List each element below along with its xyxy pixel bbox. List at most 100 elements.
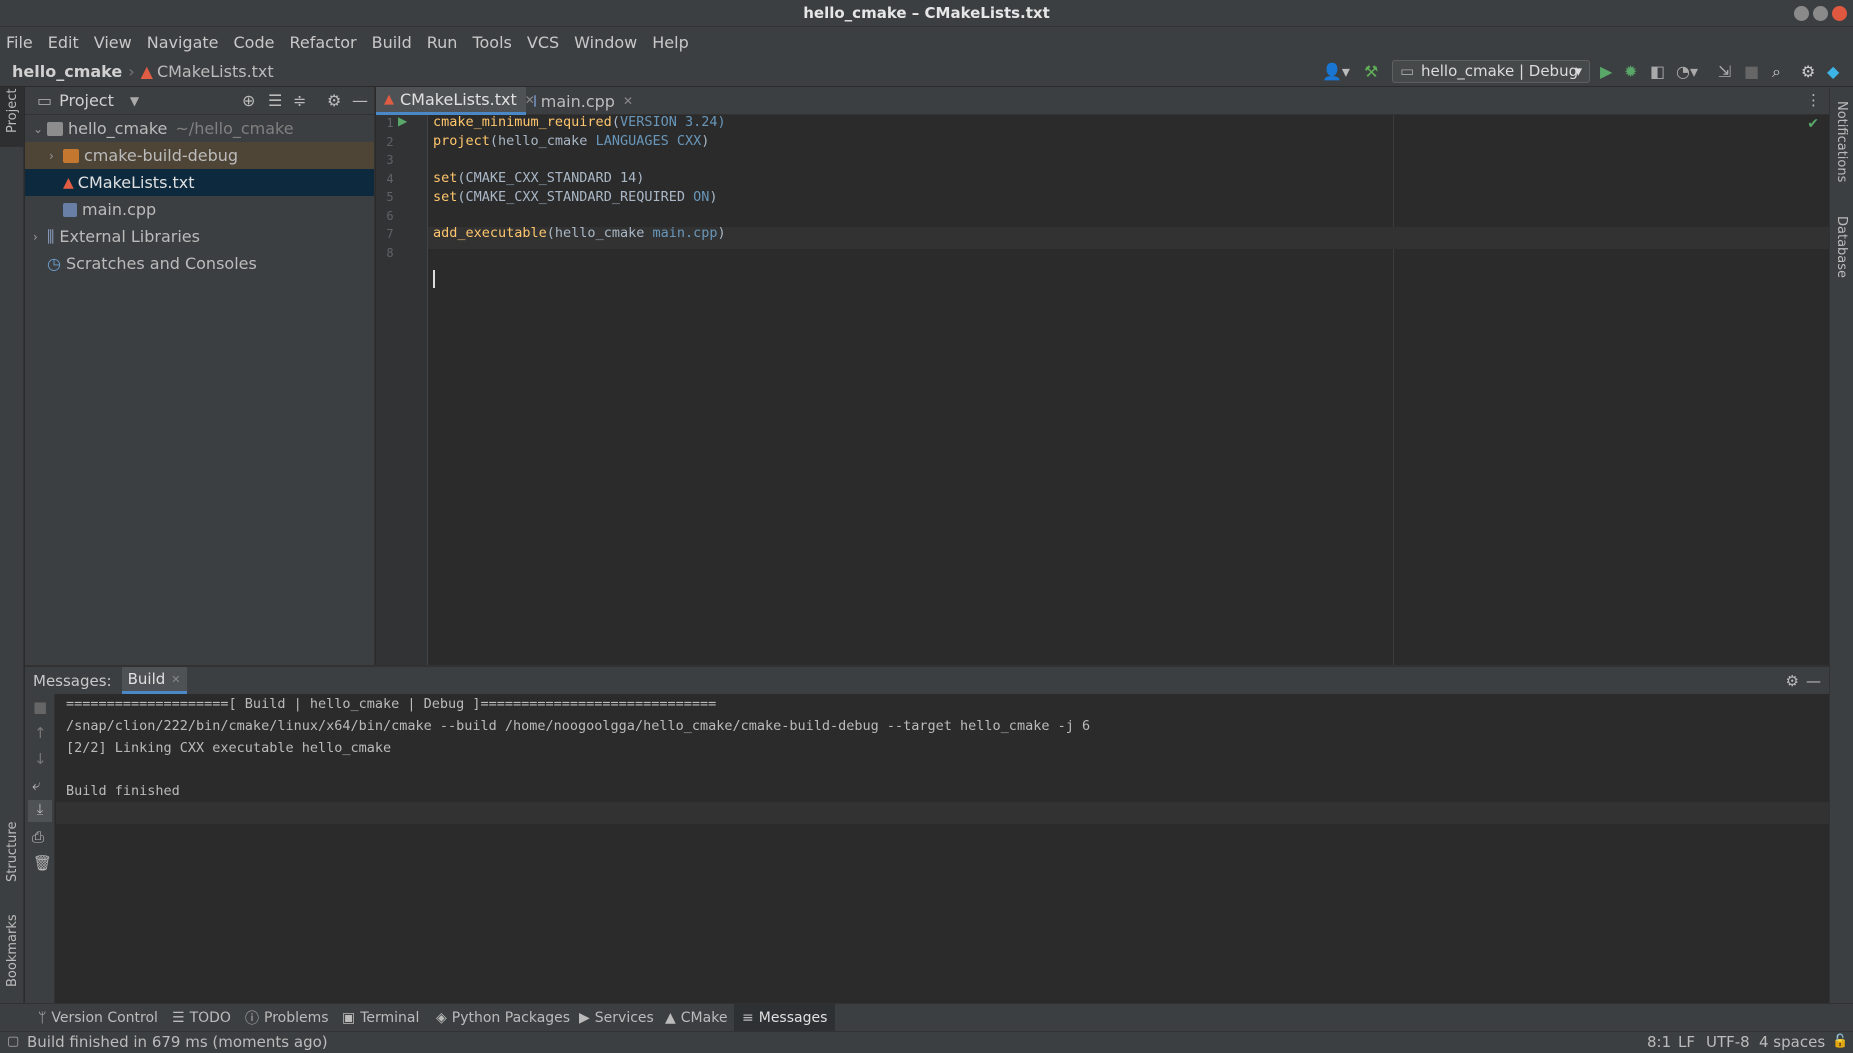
tab-cmakelists[interactable]: ▲ CMakeLists.txt ✕: [376, 87, 535, 115]
code-with-me-icon[interactable]: ◆: [1827, 62, 1839, 82]
close-icon[interactable]: ✕: [171, 673, 180, 686]
tool-problems[interactable]: ⓘ Problems: [245, 1004, 329, 1032]
breadcrumb-separator: ›: [128, 62, 135, 81]
stop-icon[interactable]: ■: [33, 698, 47, 716]
database-tool-label: Database: [1834, 216, 1849, 279]
tree-item-label: Scratches and Consoles: [65, 254, 257, 273]
file-encoding[interactable]: UTF-8: [1706, 1033, 1750, 1051]
tool-python-packages[interactable]: ◈ Python Packages: [436, 1004, 570, 1032]
run-gutter-icon[interactable]: ▶: [398, 114, 407, 128]
profile-icon[interactable]: ◔▾: [1676, 62, 1698, 82]
gear-icon[interactable]: ⚙: [1786, 672, 1799, 690]
menu-file[interactable]: File: [6, 33, 33, 52]
menu-tools[interactable]: Tools: [472, 33, 511, 52]
gear-icon[interactable]: ⚙: [327, 91, 341, 110]
tree-item-hello-cmake[interactable]: ⌄ hello_cmake ~/hello_cmake: [25, 115, 374, 142]
attach-icon[interactable]: ⇲: [1718, 62, 1731, 82]
menu-vcs[interactable]: VCS: [527, 33, 559, 52]
bookmarks-tool-button[interactable]: Bookmarks: [0, 897, 24, 997]
tree-item-main-cpp[interactable]: main.cpp: [25, 196, 374, 223]
soft-wrap-icon[interactable]: ⤶: [32, 776, 40, 794]
menu-help[interactable]: Help: [652, 33, 688, 52]
breadcrumb-project[interactable]: hello_cmake: [12, 62, 122, 81]
chevron-right-icon[interactable]: ›: [49, 149, 63, 163]
messages-label: Messages:: [33, 671, 112, 690]
tree-item-cmakelists[interactable]: ▲ CMakeLists.txt: [25, 169, 374, 196]
list-icon: ☰: [172, 1010, 185, 1026]
code-editor[interactable]: 1 2 3 4 5 6 7 8 ▶ cmake_minimum_required…: [376, 114, 1829, 665]
chevron-down-icon[interactable]: ⌄: [33, 122, 47, 136]
expand-all-icon[interactable]: ☰: [268, 91, 282, 110]
tool-label: CMake: [680, 1010, 728, 1026]
menu-build[interactable]: Build: [372, 33, 412, 52]
project-panel-header: ▭ Project ▼ ⊕ ☰ ≑ ⚙ —: [25, 87, 374, 115]
cmake-file-icon: ▲: [140, 62, 153, 81]
status-toggle-icon[interactable]: ▢: [7, 1034, 19, 1049]
run-config-selector[interactable]: ▭ hello_cmake | Debug ▾: [1392, 60, 1590, 83]
collapse-all-icon[interactable]: ≑: [293, 91, 306, 110]
breadcrumb-file[interactable]: CMakeLists.txt: [157, 62, 274, 81]
tool-label: TODO: [189, 1010, 231, 1026]
run-icon[interactable]: ▶: [1600, 62, 1612, 82]
menu-code[interactable]: Code: [234, 33, 275, 52]
build-hammer-icon[interactable]: ⚒: [1364, 62, 1378, 82]
lock-icon[interactable]: 🔓: [1832, 1034, 1848, 1049]
tool-label: Python Packages: [451, 1010, 571, 1026]
minimize-button[interactable]: [1794, 6, 1809, 21]
hide-icon[interactable]: —: [1806, 672, 1821, 690]
coverage-icon[interactable]: ◧: [1650, 62, 1665, 82]
tree-item-cmake-build-debug[interactable]: › cmake-build-debug: [25, 142, 374, 169]
print-icon[interactable]: ⎙: [32, 828, 44, 846]
tool-terminal[interactable]: ▣ Terminal: [342, 1004, 419, 1032]
structure-tool-button[interactable]: Structure: [0, 797, 24, 887]
code-line-2: project(hello_cmake LANGUAGES CXX): [433, 133, 710, 149]
menu-run[interactable]: Run: [427, 33, 458, 52]
search-icon[interactable]: ⌕: [1772, 62, 1781, 82]
more-options-icon[interactable]: ⋮: [1806, 91, 1821, 109]
tool-services[interactable]: ▶ Services: [579, 1004, 654, 1032]
config-icon: ▭: [1400, 62, 1415, 80]
line-number: 7: [386, 227, 394, 241]
tree-item-scratches[interactable]: ◷ Scratches and Consoles: [25, 250, 374, 277]
hide-icon[interactable]: —: [352, 91, 368, 110]
code-line-1: cmake_minimum_required(VERSION 3.24): [433, 114, 726, 130]
settings-gear-icon[interactable]: ⚙: [1801, 62, 1815, 82]
right-margin-guide: [1393, 115, 1394, 665]
arrow-up-icon[interactable]: ↑: [34, 724, 47, 742]
chevron-right-icon[interactable]: ›: [33, 230, 47, 244]
chevron-down-icon[interactable]: ▼: [130, 94, 139, 108]
arrow-down-icon[interactable]: ↓: [34, 750, 47, 768]
menu-view[interactable]: View: [94, 33, 132, 52]
locate-icon[interactable]: ⊕: [242, 91, 255, 110]
output-line: [2/2] Linking CXX executable hello_cmake: [66, 740, 392, 756]
project-tool-button[interactable]: Project: [0, 87, 24, 147]
menu-navigate[interactable]: Navigate: [147, 33, 219, 52]
user-icon[interactable]: 👤▾: [1322, 62, 1350, 82]
notifications-tool-button[interactable]: Notifications: [1830, 97, 1853, 197]
tab-build[interactable]: Build ✕: [121, 667, 187, 694]
close-button[interactable]: [1832, 6, 1847, 21]
tab-main-cpp[interactable]: main.cpp ✕: [526, 87, 641, 115]
stop-icon[interactable]: ■: [1744, 62, 1759, 82]
line-separator[interactable]: LF: [1678, 1033, 1695, 1051]
menu-window[interactable]: Window: [574, 33, 637, 52]
debug-icon[interactable]: ✹: [1624, 62, 1637, 82]
database-tool-button[interactable]: Database: [1830, 212, 1853, 302]
project-view-selector[interactable]: Project: [59, 91, 114, 110]
output-line: /snap/clion/222/bin/cmake/linux/x64/bin/…: [66, 718, 1091, 734]
cpp-file-icon: [534, 95, 536, 107]
close-icon[interactable]: ✕: [623, 94, 633, 108]
tool-version-control[interactable]: ᛘ Version Control: [38, 1004, 158, 1032]
maximize-button[interactable]: [1813, 6, 1828, 21]
trash-icon[interactable]: 🗑: [33, 854, 52, 872]
tool-messages[interactable]: ≡ Messages: [734, 1004, 836, 1032]
menu-refactor[interactable]: Refactor: [289, 33, 356, 52]
indent-setting[interactable]: 4 spaces: [1759, 1033, 1825, 1051]
tree-item-external-libraries[interactable]: › ⫼ External Libraries: [25, 223, 374, 250]
menu-edit[interactable]: Edit: [48, 33, 79, 52]
tool-cmake[interactable]: ▲ CMake: [665, 1004, 727, 1032]
tool-todo[interactable]: ☰ TODO: [172, 1004, 231, 1032]
scroll-to-end-icon[interactable]: ⤓: [28, 800, 52, 822]
status-message[interactable]: Build finished in 679 ms (moments ago): [27, 1033, 328, 1051]
caret-position[interactable]: 8:1: [1647, 1033, 1671, 1051]
